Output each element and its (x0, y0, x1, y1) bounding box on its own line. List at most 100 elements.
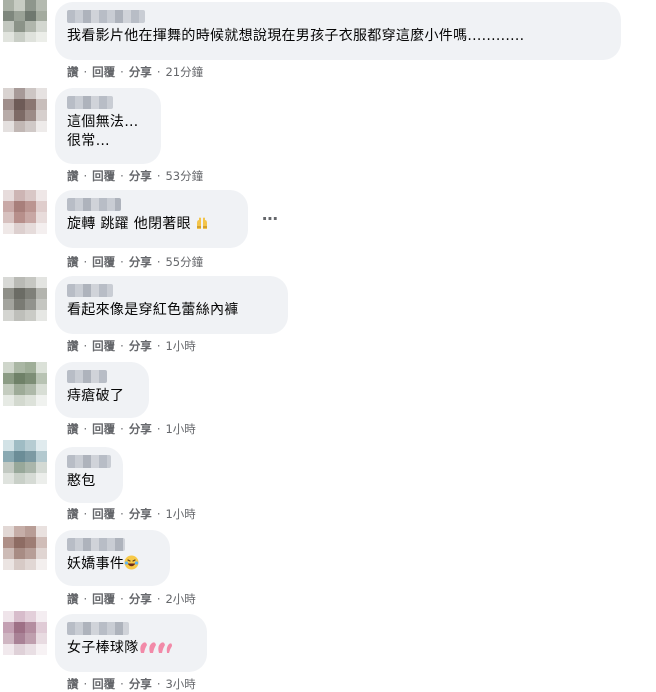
comment-bubble: 憨包 (55, 447, 123, 503)
commenter-name[interactable] (67, 455, 111, 468)
reply-link[interactable]: 回覆 (92, 254, 115, 270)
separator: · (120, 339, 124, 353)
avatar[interactable] (3, 0, 47, 42)
avatar[interactable] (3, 611, 47, 655)
comment-text: 旋轉 跳躍 他閉著眼 (67, 215, 236, 236)
laughing-face-icon (124, 555, 139, 576)
separator: · (83, 169, 88, 183)
like-link[interactable]: 讚 (67, 421, 79, 437)
separator: · (83, 255, 88, 269)
share-link[interactable]: 分享 (129, 421, 152, 437)
comment-actions: 讚 · 回覆 · 分享 · 55分鐘 (67, 254, 203, 270)
separator: · (120, 507, 124, 521)
comment-bubble: 女子棒球隊 (55, 614, 207, 672)
separator: · (83, 507, 88, 521)
separator: · (156, 169, 161, 183)
like-link[interactable]: 讚 (67, 64, 79, 80)
avatar[interactable] (3, 88, 47, 132)
separator: · (156, 255, 161, 269)
share-link[interactable]: 分享 (129, 254, 152, 270)
comment-actions: 讚 · 回覆 · 分享 · 1小時 (67, 506, 196, 522)
reply-link[interactable]: 回覆 (92, 676, 115, 692)
commenter-name[interactable] (67, 198, 121, 211)
commenter-name[interactable] (67, 284, 113, 297)
timestamp-link[interactable]: 1小時 (165, 338, 195, 354)
comment-actions: 讚 · 回覆 · 分享 · 2小時 (67, 591, 196, 607)
comment-actions: 讚 · 回覆 · 分享 · 3小時 (67, 676, 196, 692)
comment-bubble: 看起來像是穿紅色蕾絲內褲 (55, 276, 288, 334)
commenter-name[interactable] (67, 622, 129, 635)
avatar[interactable] (3, 277, 47, 321)
like-link[interactable]: 讚 (67, 168, 79, 184)
raised-hands-icon (196, 217, 208, 236)
comment-bubble: 我看影片他在揮舞的時候就想說現在男孩子衣服都穿這麼小件嗎............ (55, 2, 621, 60)
separator: · (83, 592, 88, 606)
comment-text: 憨包 (67, 473, 96, 489)
separator: · (156, 507, 161, 521)
comment-text: 妖嬌事件 (67, 555, 158, 576)
separator: · (120, 422, 124, 436)
timestamp-link[interactable]: 21分鐘 (165, 64, 203, 80)
like-link[interactable]: 讚 (67, 591, 79, 607)
timestamp-link[interactable]: 55分鐘 (165, 254, 203, 270)
like-link[interactable]: 讚 (67, 676, 79, 692)
separator: · (83, 422, 88, 436)
avatar[interactable] (3, 526, 47, 570)
separator: · (156, 65, 161, 79)
avatar[interactable] (3, 190, 47, 234)
reply-link[interactable]: 回覆 (92, 168, 115, 184)
comment-text: 我看影片他在揮舞的時候就想說現在男孩子衣服都穿這麼小件嗎............ (67, 28, 525, 44)
commenter-name[interactable] (67, 10, 145, 23)
separator: · (156, 677, 161, 691)
avatar[interactable] (3, 362, 47, 406)
comment-actions: 讚 · 回覆 · 分享 · 21分鐘 (67, 64, 203, 80)
separator: · (83, 339, 88, 353)
comment-bubble: 旋轉 跳躍 他閉著眼 (55, 190, 248, 248)
separator: · (120, 592, 124, 606)
reply-link[interactable]: 回覆 (92, 338, 115, 354)
reply-link[interactable]: 回覆 (92, 506, 115, 522)
separator: · (120, 255, 124, 269)
separator: · (120, 677, 124, 691)
reply-link[interactable]: 回覆 (92, 591, 115, 607)
share-link[interactable]: 分享 (129, 676, 152, 692)
reply-link[interactable]: 回覆 (92, 64, 115, 80)
comment-bubble: 這個無法… 很常… (55, 88, 161, 164)
share-link[interactable]: 分享 (129, 64, 152, 80)
separator: · (156, 592, 161, 606)
timestamp-link[interactable]: 2小時 (165, 591, 195, 607)
separator: · (83, 65, 88, 79)
comment-text: 痔瘡破了 (67, 388, 125, 404)
timestamp-link[interactable]: 3小時 (165, 676, 195, 692)
separator: · (156, 339, 161, 353)
comment-text: 女子棒球隊 (67, 639, 195, 660)
comment-actions: 讚 · 回覆 · 分享 · 1小時 (67, 421, 196, 437)
commenter-name[interactable] (67, 96, 113, 109)
commenter-name[interactable] (67, 370, 107, 383)
like-link[interactable]: 讚 (67, 254, 79, 270)
share-link[interactable]: 分享 (129, 168, 152, 184)
comment-bubble: 妖嬌事件 (55, 530, 170, 586)
separator: · (83, 677, 88, 691)
reply-link[interactable]: 回覆 (92, 421, 115, 437)
share-link[interactable]: 分享 (129, 338, 152, 354)
commenter-name[interactable] (67, 538, 125, 551)
avatar[interactable] (3, 440, 47, 484)
separator: · (120, 169, 124, 183)
comment-text: 這個無法… 很常… (67, 114, 139, 149)
like-link[interactable]: 讚 (67, 338, 79, 354)
timestamp-link[interactable]: 1小時 (165, 421, 195, 437)
comment-actions: 讚 · 回覆 · 分享 · 53分鐘 (67, 168, 203, 184)
share-link[interactable]: 分享 (129, 591, 152, 607)
more-options-icon[interactable]: ⋯ (262, 209, 279, 228)
timestamp-link[interactable]: 53分鐘 (165, 168, 203, 184)
comment-bubble: 痔瘡破了 (55, 362, 149, 418)
timestamp-link[interactable]: 1小時 (165, 506, 195, 522)
pink-hearts-icon (139, 640, 173, 660)
separator: · (156, 422, 161, 436)
separator: · (120, 65, 124, 79)
comment-actions: 讚 · 回覆 · 分享 · 1小時 (67, 338, 196, 354)
like-link[interactable]: 讚 (67, 506, 79, 522)
share-link[interactable]: 分享 (129, 506, 152, 522)
comment-text: 看起來像是穿紅色蕾絲內褲 (67, 302, 239, 318)
